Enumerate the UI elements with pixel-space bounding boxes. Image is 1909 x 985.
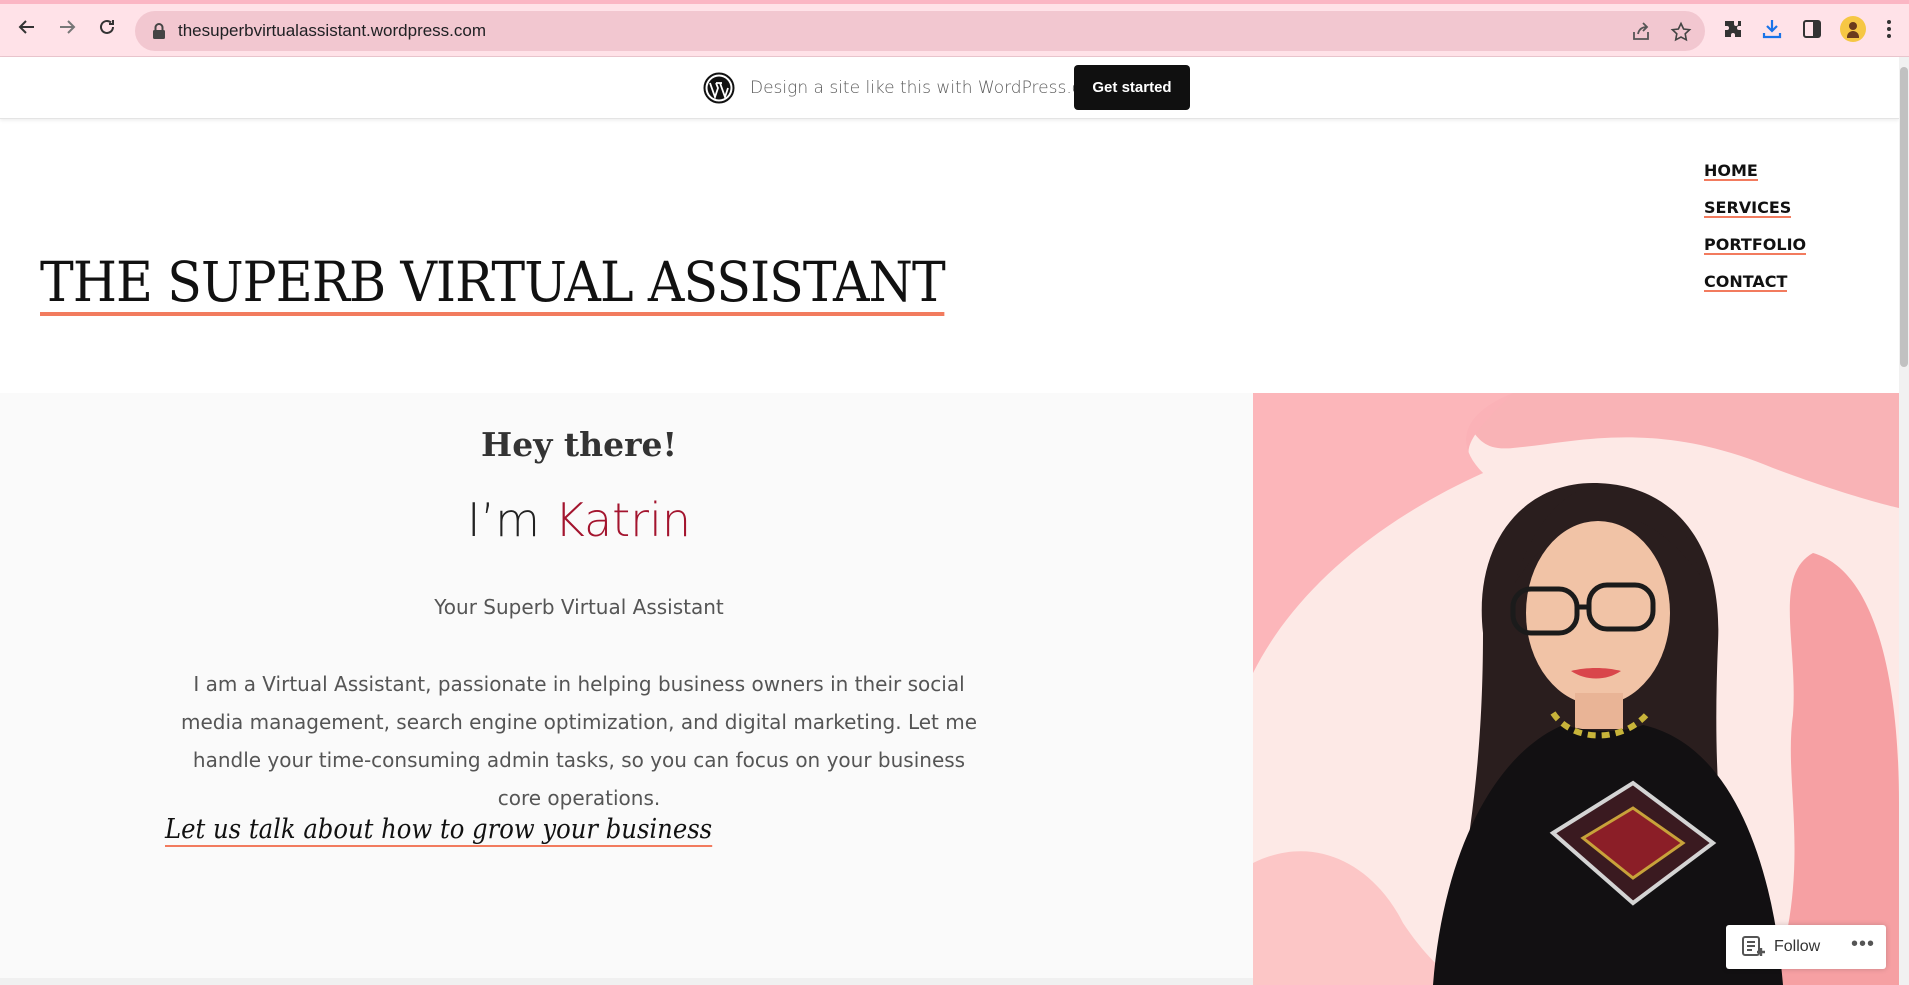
portrait-image — [1253, 393, 1899, 985]
share-icon[interactable] — [1630, 21, 1652, 43]
hero-text-panel: Hey there! I’m Katrin Your Superb Virtua… — [0, 393, 1253, 985]
side-panel-icon[interactable] — [1801, 18, 1823, 40]
more-options-icon[interactable]: ••• — [1848, 934, 1878, 959]
hero-description: I am a Virtual Assistant, passionate in … — [180, 672, 978, 810]
download-icon[interactable] — [1761, 18, 1783, 40]
hero-name-prefix: I’m — [466, 493, 555, 547]
extensions-icon[interactable] — [1722, 18, 1744, 40]
profile-avatar[interactable] — [1840, 16, 1866, 42]
page-scrollbar[interactable] — [1899, 57, 1909, 985]
scrollbar-thumb[interactable] — [1900, 67, 1908, 367]
nav-home[interactable]: HOME — [1704, 162, 1758, 181]
nav-contact[interactable]: CONTACT — [1704, 273, 1788, 292]
get-started-button[interactable]: Get started — [1074, 65, 1190, 110]
forward-icon — [60, 20, 76, 34]
url-text[interactable]: thesuperbvirtualassistant.wordpress.com — [178, 21, 486, 41]
tab-strip-edge — [0, 0, 1909, 4]
address-bar[interactable]: thesuperbvirtualassistant.wordpress.com — [135, 11, 1705, 51]
star-icon[interactable] — [1670, 21, 1692, 43]
wordpress-banner-text[interactable]: Design a site like this with WordPress.c… — [750, 78, 1108, 98]
nav-portfolio[interactable]: PORTFOLIO — [1704, 236, 1807, 255]
reload-button[interactable] — [92, 12, 122, 42]
hero-tagline: Your Superb Virtual Assistant — [434, 595, 724, 619]
lock-icon[interactable] — [151, 22, 167, 40]
wordpress-logo-icon[interactable] — [703, 72, 735, 104]
follow-button[interactable]: Follow — [1774, 938, 1820, 956]
hero-greeting: Hey there! — [481, 425, 677, 464]
forward-button[interactable] — [52, 12, 82, 42]
follow-reader-icon[interactable] — [1742, 936, 1766, 958]
reload-icon — [100, 19, 114, 34]
hero-name-heading: I’m Katrin — [0, 493, 1158, 547]
back-button[interactable] — [12, 12, 42, 42]
site-title[interactable]: THE SUPERB VIRTUAL ASSISTANT — [40, 255, 946, 316]
follow-widget: Follow ••• — [1726, 925, 1886, 969]
browser-toolbar: thesuperbvirtualassistant.wordpress.com — [0, 0, 1909, 57]
back-icon — [18, 20, 34, 34]
nav-services[interactable]: SERVICES — [1704, 199, 1792, 218]
main-navigation: HOME SERVICES PORTFOLIO CONTACT — [1704, 162, 1807, 310]
menu-icon[interactable] — [1883, 18, 1895, 40]
hero-name: Katrin — [554, 493, 692, 547]
wordpress-banner: Design a site like this with WordPress.c… — [0, 57, 1899, 119]
page-bottom-edge — [0, 978, 1253, 985]
hero-cta-link[interactable]: Let us talk about how to grow your busin… — [165, 815, 713, 847]
hero-portrait-panel — [1253, 393, 1899, 985]
